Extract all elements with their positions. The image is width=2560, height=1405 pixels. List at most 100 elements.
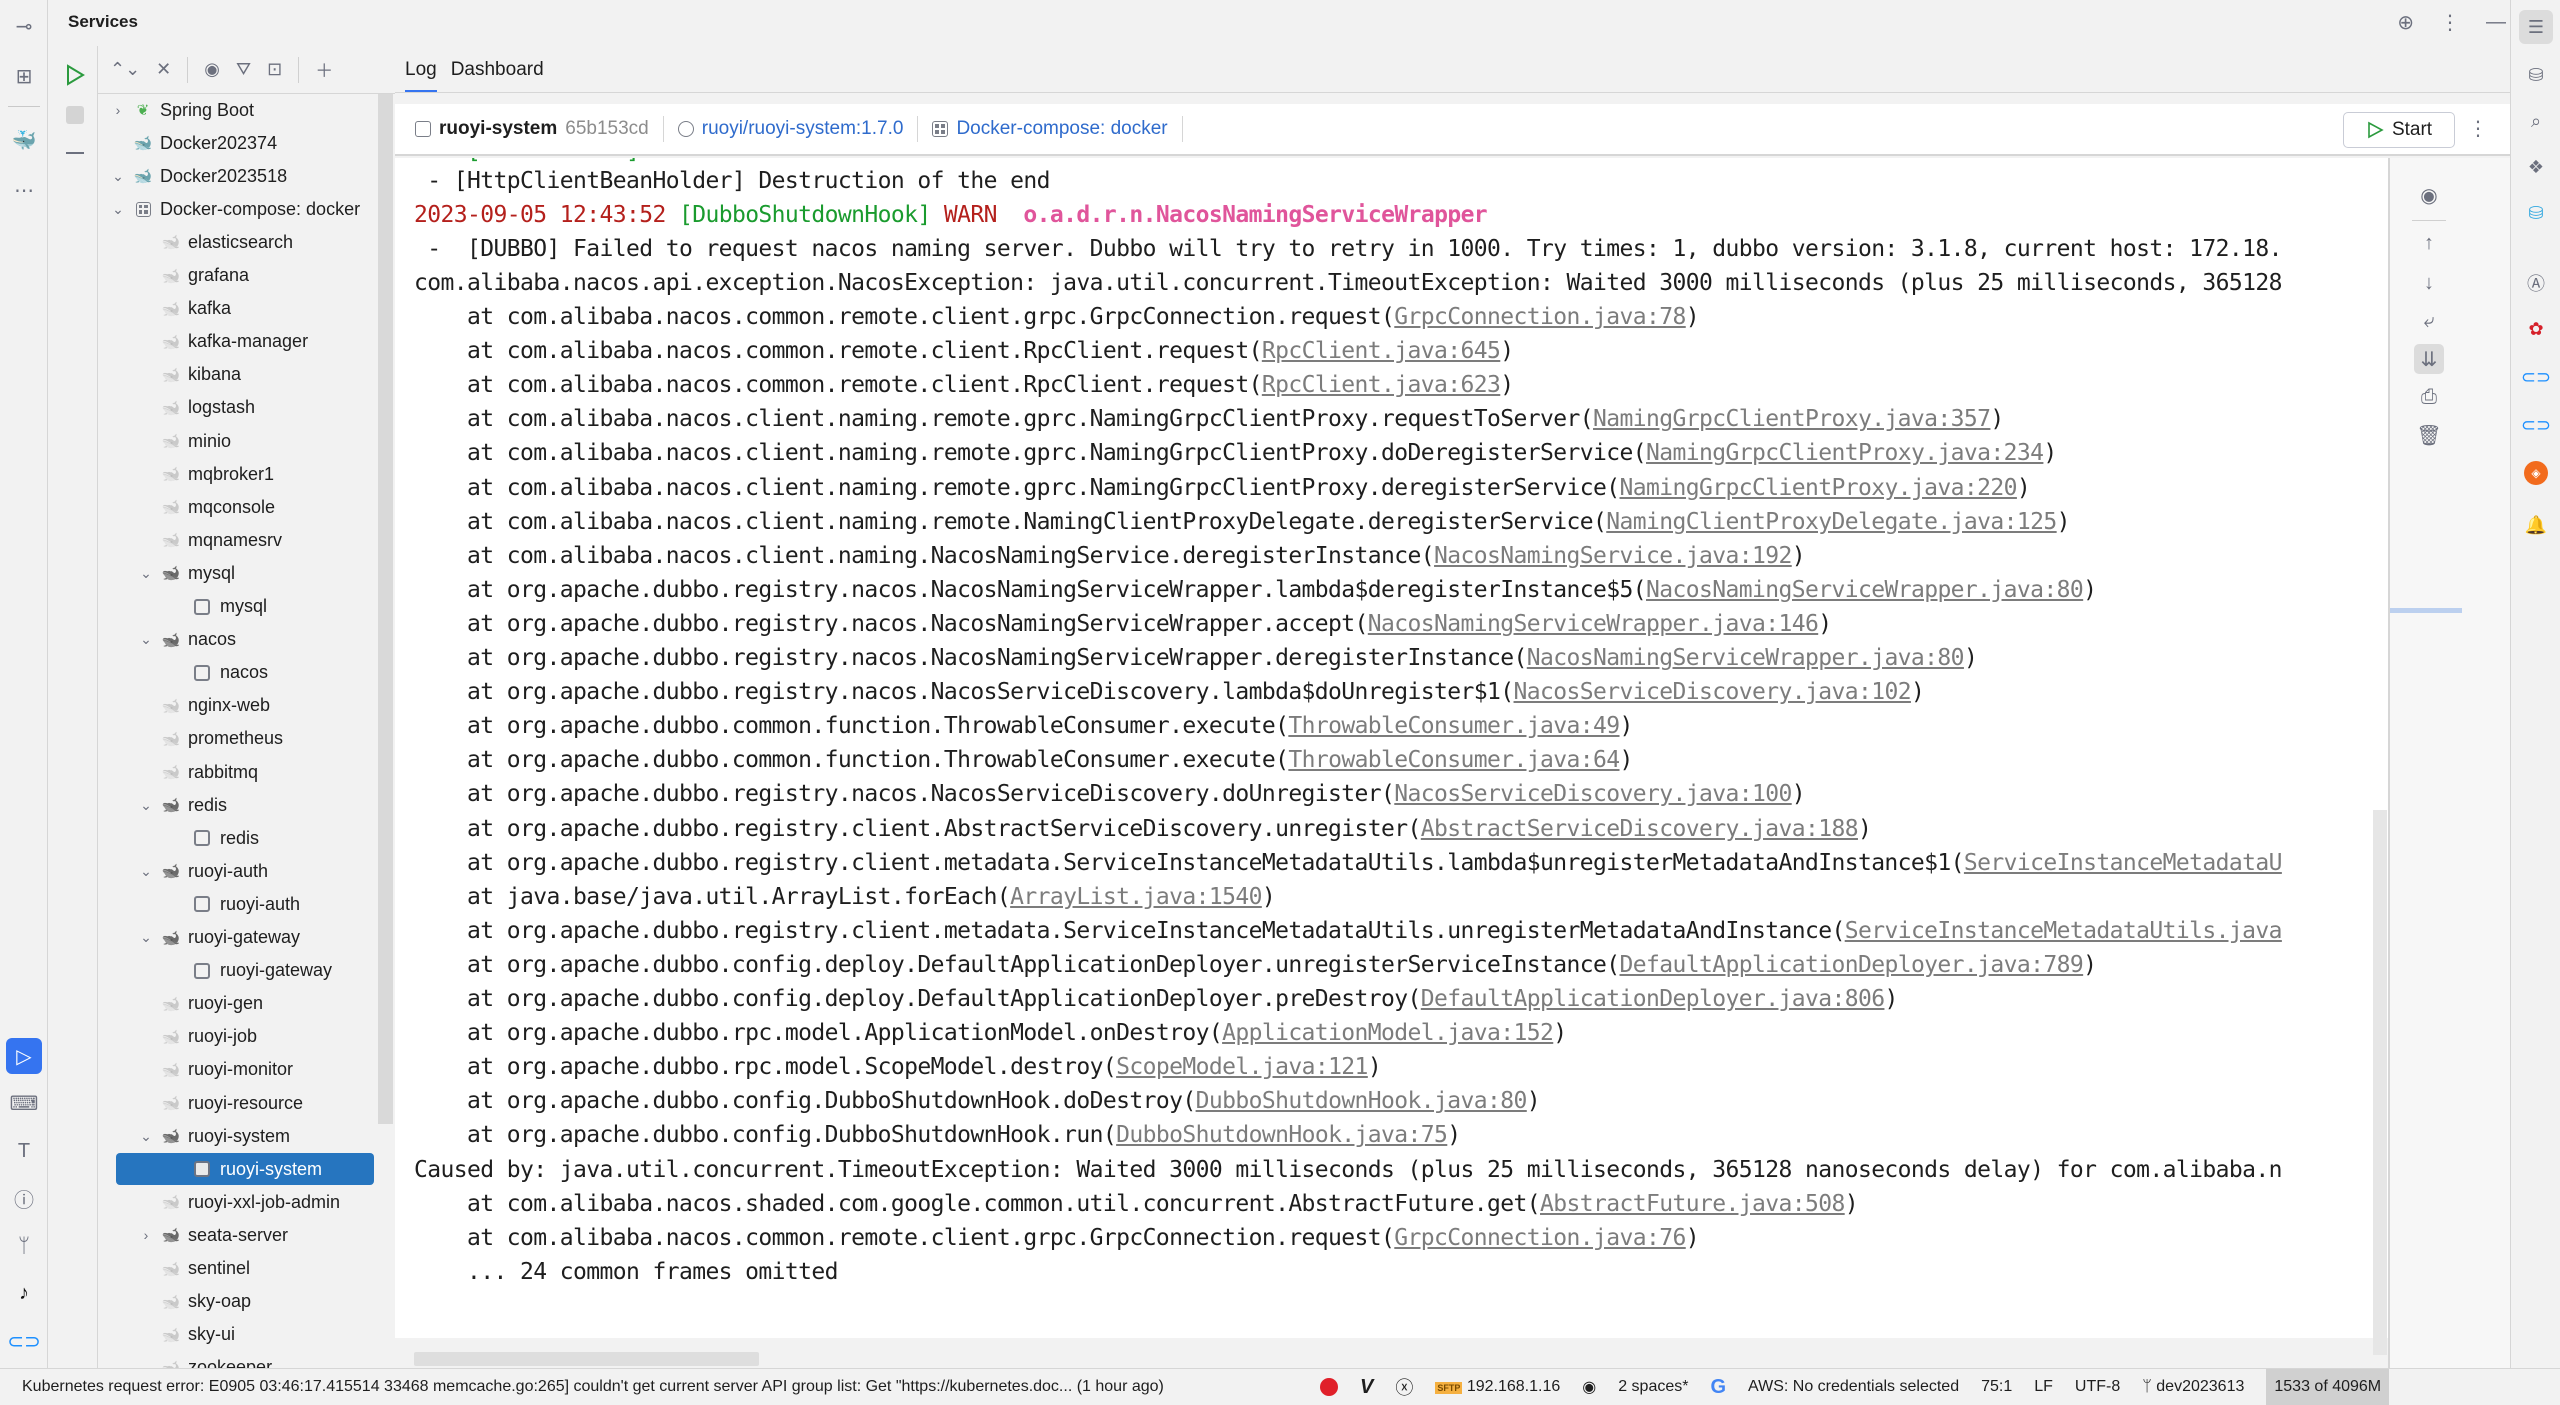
cloud-toolkit-2-icon[interactable]: ⊂⊃	[2519, 408, 2553, 442]
view-icon[interactable]: ◉	[2414, 180, 2444, 210]
log-horizontal-scrollbar[interactable]	[414, 1352, 759, 1366]
tree-item[interactable]: 🐋 grafana	[98, 260, 378, 292]
tree-item[interactable]: ruoyi-auth	[98, 888, 378, 920]
add-service-icon[interactable]: ＋	[315, 57, 333, 83]
tree-item[interactable]: ruoyi-system	[116, 1153, 374, 1186]
source-link[interactable]: AbstractFuture.java:508	[1540, 1191, 1845, 1217]
build-icon[interactable]: T	[6, 1133, 42, 1169]
translate-icon[interactable]: Ⓐ	[2519, 266, 2553, 300]
tree-item[interactable]: 🐋 ruoyi-xxl-job-admin	[98, 1186, 378, 1218]
source-link[interactable]: GrpcConnection.java:76	[1394, 1225, 1686, 1251]
tree-item[interactable]: 🐋 ruoyi-gen	[98, 988, 378, 1020]
tree-item[interactable]: 🐋 mqnamesrv	[98, 524, 378, 556]
chevron-right-icon[interactable]: ›	[138, 1227, 154, 1243]
tree-item[interactable]: ⌄ 🐋 ruoyi-system	[98, 1120, 378, 1152]
scroll-to-end-icon[interactable]: ⇊	[2414, 344, 2444, 374]
git-icon[interactable]: ᛘ	[6, 1228, 42, 1264]
chevron-down-icon[interactable]: ⌄	[138, 929, 154, 946]
tree-item[interactable]: 🐋 elasticsearch	[98, 226, 378, 258]
tree-item[interactable]: ⌄ Docker-compose: docker	[98, 193, 378, 225]
database-icon[interactable]: ⛁	[2519, 58, 2553, 92]
source-link[interactable]: ServiceInstanceMetadataUtils.java	[1845, 918, 2283, 944]
cloud-toolkit-icon[interactable]: ⊂⊃	[6, 1323, 42, 1359]
source-link[interactable]: NamingClientProxyDelegate.java:125	[1606, 509, 2057, 535]
new-group-icon[interactable]: ⊡	[267, 59, 282, 80]
tree-item[interactable]: 🐋 zookeeper	[98, 1352, 378, 1368]
image-link[interactable]: ruoyi/ruoyi-system:1.7.0	[702, 118, 904, 140]
tiktok-icon[interactable]: ♪	[6, 1275, 42, 1311]
view-options-icon[interactable]: ◉	[204, 59, 220, 80]
log-output[interactable]: [ ] - [HttpClientBeanHolder] Destruction…	[395, 158, 2388, 1338]
tree-item[interactable]: 🐋 sky-oap	[98, 1286, 378, 1318]
tree-item[interactable]: 🐋 minio	[98, 425, 378, 457]
services-panel-icon[interactable]: ☰	[2519, 10, 2553, 44]
collapse-all-icon[interactable]: ✕	[156, 59, 171, 80]
aws-status[interactable]: AWS: No credentials selected	[1748, 1378, 1959, 1396]
source-link[interactable]: DefaultApplicationDeployer.java:789	[1620, 952, 2084, 978]
tree-item[interactable]: 🐋 nginx-web	[98, 690, 378, 722]
cloud-toolkit-icon[interactable]: ⊂⊃	[2519, 360, 2553, 394]
stop-button[interactable]	[62, 102, 88, 128]
source-link[interactable]: NacosServiceDiscovery.java:102	[1514, 679, 1912, 705]
tab-dashboard[interactable]: Dashboard	[451, 59, 544, 81]
tree-item[interactable]: 🐋 mqbroker1	[98, 458, 378, 490]
source-link[interactable]: ThrowableConsumer.java:49	[1288, 713, 1620, 739]
tree-item[interactable]: ⌄ 🐋 nacos	[98, 624, 378, 656]
log-vertical-scrollbar[interactable]	[2373, 810, 2387, 1355]
source-link[interactable]: ArrayList.java:1540	[1010, 884, 1262, 910]
tree-item[interactable]: redis	[98, 822, 378, 854]
tree-item[interactable]: 🐋 logstash	[98, 392, 378, 424]
docker-icon[interactable]: 🐳	[6, 122, 42, 158]
source-link[interactable]: DubboShutdownHook.java:80	[1196, 1088, 1528, 1114]
start-button[interactable]: Start	[2343, 112, 2455, 148]
tree-item[interactable]: mysql	[98, 591, 378, 623]
structure-icon[interactable]: ⊞	[6, 58, 42, 94]
tree-item[interactable]: › ❦ Spring Boot	[98, 94, 378, 126]
soft-wrap-icon[interactable]: ⤶	[2414, 306, 2444, 336]
tree-item[interactable]: › 🐋 seata-server	[98, 1219, 378, 1251]
code-search-icon[interactable]: ⌕	[2519, 104, 2553, 138]
source-link[interactable]: NacosServiceDiscovery.java:100	[1394, 781, 1792, 807]
chevron-right-icon[interactable]: ›	[110, 102, 126, 118]
cursor-position[interactable]: 75:1	[1981, 1378, 2012, 1396]
tree-item[interactable]: ⌄ 🐋 Docker2023518	[98, 160, 378, 192]
more-icon[interactable]: ⋮	[2440, 10, 2460, 35]
source-link[interactable]: RpcClient.java:645	[1262, 338, 1501, 364]
tree-item[interactable]: 🐋 Docker202374	[98, 127, 378, 159]
google-icon[interactable]: G	[1710, 1376, 1726, 1399]
git-branch[interactable]: ᛘ dev2023613	[2142, 1378, 2244, 1396]
chevron-down-icon[interactable]: ⌄	[110, 168, 126, 185]
source-link[interactable]: ScopeModel.java:121	[1116, 1054, 1368, 1080]
source-link[interactable]: DefaultApplicationDeployer.java:806	[1421, 986, 1885, 1012]
record-icon[interactable]	[1320, 1378, 1338, 1396]
tree-item[interactable]: 🐋 rabbitmq	[98, 756, 378, 788]
chevron-down-icon[interactable]: ⌄	[138, 565, 154, 582]
more-icon[interactable]: ⋮	[2468, 116, 2488, 141]
source-link[interactable]: NamingGrpcClientProxy.java:357	[1593, 406, 1991, 432]
redis-db-icon[interactable]: ⛁	[2519, 196, 2553, 230]
chevron-down-icon[interactable]: ⌄	[110, 201, 126, 218]
tree-item[interactable]: 🐋 ruoyi-resource	[98, 1087, 378, 1119]
status-message[interactable]: Kubernetes request error: E0905 03:46:17…	[0, 1378, 1300, 1396]
tree-item[interactable]: 🐋 sky-ui	[98, 1319, 378, 1351]
minimize-icon[interactable]: —	[2486, 11, 2506, 34]
commit-icon[interactable]: ⊸	[6, 8, 42, 44]
chevron-down-icon[interactable]: ⌄	[138, 863, 154, 880]
tree-item[interactable]: ⌄ 🐋 ruoyi-gateway	[98, 922, 378, 954]
memory-indicator[interactable]: 1533 of 4096M	[2266, 1368, 2390, 1405]
problems-icon[interactable]: ⓘ	[6, 1180, 42, 1216]
print-icon[interactable]: ⎙	[2414, 382, 2444, 412]
crosshair-icon[interactable]: ⊕	[2397, 10, 2414, 35]
tree-item[interactable]: 🐋 ruoyi-monitor	[98, 1054, 378, 1086]
sftp-widget[interactable]: SFTP 192.168.1.16	[1435, 1378, 1560, 1396]
tree-item[interactable]: ⌄ 🐋 ruoyi-auth	[98, 855, 378, 887]
source-link[interactable]: ServiceInstanceMetadataU	[1964, 850, 2283, 876]
source-link[interactable]: ApplicationModel.java:152	[1222, 1020, 1554, 1046]
tree-item[interactable]: 🐋 prometheus	[98, 723, 378, 755]
collapse-button[interactable]	[62, 140, 88, 166]
chevron-down-icon[interactable]: ⌄	[138, 631, 154, 648]
file-encoding[interactable]: UTF-8	[2075, 1378, 2120, 1396]
source-link[interactable]: RpcClient.java:623	[1262, 372, 1501, 398]
terminal-icon[interactable]: ⌨	[6, 1085, 42, 1121]
chevron-down-icon[interactable]: ⌄	[138, 797, 154, 814]
